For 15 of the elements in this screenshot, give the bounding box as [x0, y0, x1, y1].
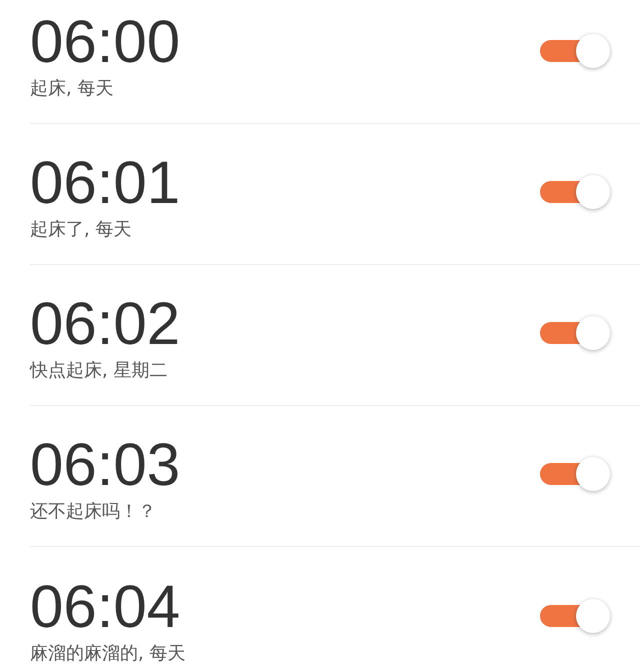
alarm-toggle[interactable]	[538, 598, 612, 634]
alarm-label: 还不起床吗！？	[30, 500, 157, 523]
alarm-time: 06:04	[30, 574, 182, 638]
alarm-time: 06:00	[30, 10, 180, 74]
alarm-toggle[interactable]	[538, 33, 612, 69]
alarm-time: 06:01	[30, 151, 180, 215]
alarm-label: 麻溜的麻溜的, 每天	[30, 642, 186, 664]
alarm-label: 起床, 每天	[30, 77, 114, 100]
alarm-time: 06:02	[30, 292, 180, 356]
alarm-label: 起床了, 每天	[30, 218, 132, 241]
alarm-time: 06:03	[30, 433, 180, 497]
alarm-label: 快点起床, 星期二	[30, 359, 168, 382]
alarm-toggle[interactable]	[538, 174, 612, 210]
alarm-toggle[interactable]	[538, 456, 612, 492]
alarm-toggle[interactable]	[538, 315, 612, 351]
